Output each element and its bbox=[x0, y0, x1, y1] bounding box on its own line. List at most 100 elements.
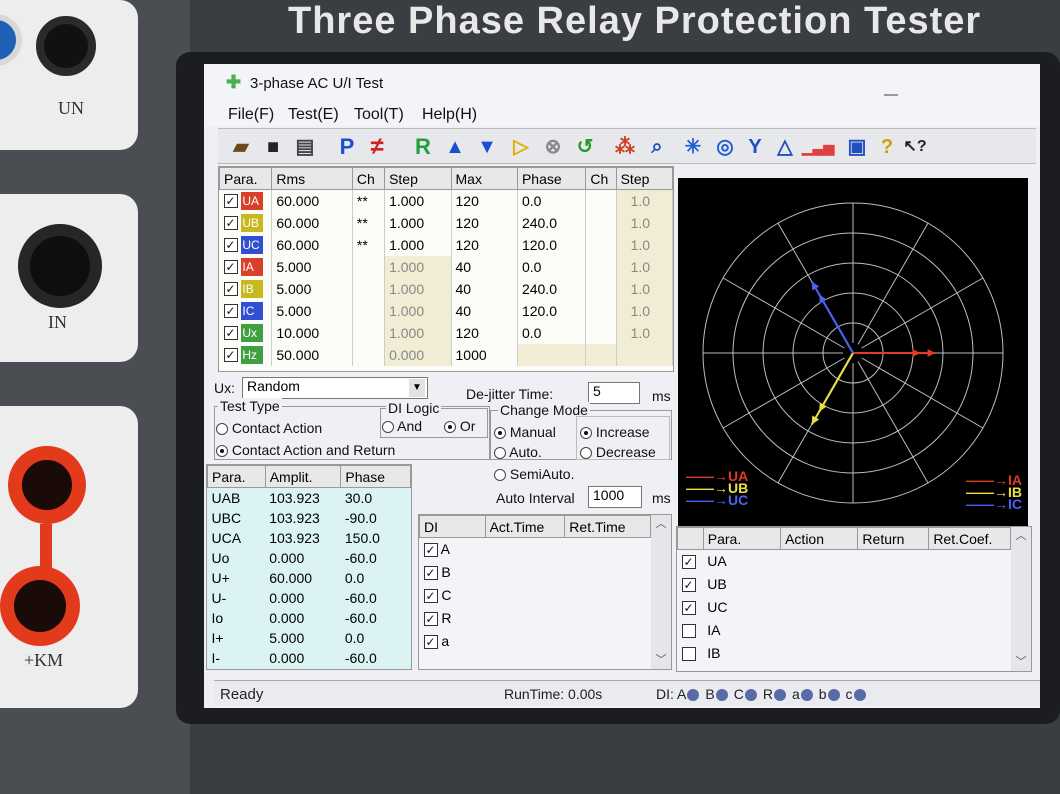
action-scroll-up-icon[interactable]: ︿ bbox=[1011, 527, 1031, 543]
param-row[interactable]: ✓ IC 5.000 1.000 40 120.0 1.0 bbox=[219, 299, 674, 322]
action-row[interactable]: IB bbox=[678, 642, 1011, 665]
vector-icon[interactable]: ⁂ bbox=[612, 134, 638, 160]
param-cell-ch2[interactable] bbox=[585, 189, 617, 212]
param-cell-rms[interactable]: 5.000 bbox=[271, 299, 353, 322]
col-phase[interactable]: Phase bbox=[516, 167, 587, 190]
checkbox[interactable]: ✓ bbox=[223, 281, 238, 296]
dejitter-input[interactable]: 5 bbox=[588, 382, 640, 404]
param-cell-ch2[interactable] bbox=[585, 211, 617, 234]
action-cell-check[interactable]: ✓ bbox=[678, 573, 704, 596]
not-equal-icon[interactable]: ≠ bbox=[364, 134, 390, 160]
param-cell-rms[interactable]: 5.000 bbox=[271, 277, 353, 300]
di-cell[interactable]: ✓ a bbox=[420, 630, 486, 653]
param-row[interactable]: ✓ UA 60.000 ** 1.000 120 0.0 1.0 bbox=[219, 189, 674, 212]
radio-auto[interactable] bbox=[494, 447, 506, 460]
param-cell-phase[interactable]: 0.0 bbox=[517, 189, 587, 212]
di-col-di[interactable]: DI bbox=[419, 515, 486, 538]
param-cell-step[interactable]: 1.000 bbox=[384, 211, 452, 234]
param-cell-step[interactable]: 1.000 bbox=[384, 255, 452, 278]
p-icon[interactable]: P bbox=[334, 134, 360, 160]
checkbox[interactable]: ✓ bbox=[423, 543, 438, 558]
checkbox[interactable] bbox=[681, 624, 696, 639]
param-cell-rms[interactable]: 10.000 bbox=[271, 321, 353, 344]
radio-or[interactable] bbox=[444, 421, 456, 434]
checkbox[interactable]: ✓ bbox=[223, 237, 238, 252]
param-cell-step2[interactable]: 1.0 bbox=[616, 233, 674, 256]
zoom-icon[interactable]: ⌕ bbox=[644, 134, 670, 160]
param-cell-ch2[interactable] bbox=[585, 343, 617, 366]
play-icon[interactable]: ▷ bbox=[508, 134, 534, 160]
test-type-option-0[interactable]: Contact Action bbox=[216, 420, 322, 436]
col-step2[interactable]: Step bbox=[615, 167, 674, 190]
mode-manual[interactable]: Manual bbox=[494, 424, 556, 440]
param-cell-rms[interactable]: 60.000 bbox=[271, 189, 353, 212]
auto-interval-input[interactable]: 1000 bbox=[588, 486, 642, 508]
y-icon[interactable]: Y bbox=[742, 134, 768, 160]
di-cell[interactable]: ✓ B bbox=[420, 561, 486, 584]
param-cell-ch[interactable] bbox=[352, 277, 386, 300]
radio-manual[interactable] bbox=[494, 427, 506, 440]
scroll-down-icon[interactable]: ﹀ bbox=[651, 651, 671, 667]
action-cell-check[interactable]: ✓ bbox=[678, 596, 704, 619]
param-cell-phase[interactable]: 0.0 bbox=[517, 255, 587, 278]
scroll-up-icon[interactable]: ︿ bbox=[651, 515, 671, 531]
di-row[interactable]: ✓ C bbox=[420, 584, 651, 607]
col-step[interactable]: Step bbox=[384, 167, 452, 190]
param-cell-phase[interactable]: 240.0 bbox=[517, 211, 587, 234]
param-cell-max[interactable]: 40 bbox=[451, 299, 518, 322]
r-icon[interactable]: R bbox=[410, 134, 436, 160]
triangle-icon[interactable]: △ bbox=[772, 134, 798, 160]
param-cell-name[interactable]: ✓ Ux bbox=[219, 321, 273, 344]
param-cell-ch[interactable] bbox=[352, 321, 386, 344]
radio-increase[interactable] bbox=[580, 427, 592, 440]
action-row[interactable]: ✓ UB bbox=[678, 573, 1011, 596]
param-cell-phase[interactable]: 0.0 bbox=[517, 321, 587, 344]
param-row[interactable]: ✓ Ux 10.000 1.000 120 0.0 1.0 bbox=[219, 321, 674, 344]
checkbox[interactable]: ✓ bbox=[223, 325, 238, 340]
param-cell-step2[interactable]: 1.0 bbox=[616, 211, 674, 234]
di-cell[interactable]: ✓ A bbox=[420, 538, 486, 561]
jack-red-1[interactable] bbox=[8, 446, 86, 524]
checkbox[interactable]: ✓ bbox=[223, 215, 238, 230]
param-cell-ch[interactable]: ** bbox=[352, 189, 386, 212]
param-cell-phase[interactable]: 120.0 bbox=[517, 233, 587, 256]
param-cell-step2[interactable]: 1.0 bbox=[616, 299, 674, 322]
param-cell-name[interactable]: ✓ UB bbox=[219, 211, 273, 234]
checkbox[interactable]: ✓ bbox=[423, 612, 438, 627]
di-col-ret[interactable]: Ret.Time bbox=[564, 515, 651, 538]
param-cell-ch2[interactable] bbox=[585, 233, 617, 256]
col-rms[interactable]: Rms bbox=[271, 167, 353, 190]
checkbox[interactable]: ✓ bbox=[423, 589, 438, 604]
param-cell-ch2[interactable] bbox=[585, 299, 617, 322]
di-scrollbar[interactable]: ︿ ﹀ bbox=[651, 515, 671, 669]
param-cell-max[interactable]: 120 bbox=[451, 321, 518, 344]
param-cell-max[interactable]: 120 bbox=[451, 211, 518, 234]
di-logic-and[interactable]: And bbox=[382, 418, 422, 434]
di-row[interactable]: ✓ a bbox=[420, 630, 651, 653]
ux-select[interactable]: Random ▼ bbox=[242, 377, 428, 399]
menu-help[interactable]: Help(H) bbox=[422, 106, 477, 124]
action-scrollbar[interactable]: ︿ ﹀ bbox=[1011, 527, 1031, 671]
param-cell-name[interactable]: ✓ IA bbox=[219, 255, 273, 278]
monitor-icon[interactable]: ▣ bbox=[844, 134, 870, 160]
checkbox[interactable]: ✓ bbox=[681, 555, 696, 570]
param-cell-step[interactable]: 1.000 bbox=[384, 277, 452, 300]
action-cell-check[interactable] bbox=[678, 619, 704, 642]
circle-icon[interactable]: ◎ bbox=[712, 134, 738, 160]
print-icon[interactable]: ▤ bbox=[292, 134, 318, 160]
radio-decrease[interactable] bbox=[580, 447, 592, 460]
param-cell-name[interactable]: ✓ Hz bbox=[219, 343, 273, 366]
param-cell-phase[interactable]: 240.0 bbox=[517, 277, 587, 300]
checkbox[interactable]: ✓ bbox=[423, 635, 438, 650]
param-cell-ch[interactable] bbox=[352, 255, 386, 278]
action-cell-check[interactable] bbox=[678, 642, 704, 665]
minimize-icon[interactable] bbox=[884, 94, 898, 96]
radio-semiauto[interactable] bbox=[494, 469, 506, 482]
param-cell-ch2[interactable] bbox=[585, 321, 617, 344]
context-help-icon[interactable]: ↖? bbox=[902, 134, 928, 160]
di-row[interactable]: ✓ B bbox=[420, 561, 651, 584]
checkbox[interactable]: ✓ bbox=[223, 259, 238, 274]
param-row[interactable]: ✓ UB 60.000 ** 1.000 120 240.0 1.0 bbox=[219, 211, 674, 234]
action-row[interactable]: ✓ UC bbox=[678, 596, 1011, 619]
di-row[interactable]: ✓ A bbox=[420, 538, 651, 561]
